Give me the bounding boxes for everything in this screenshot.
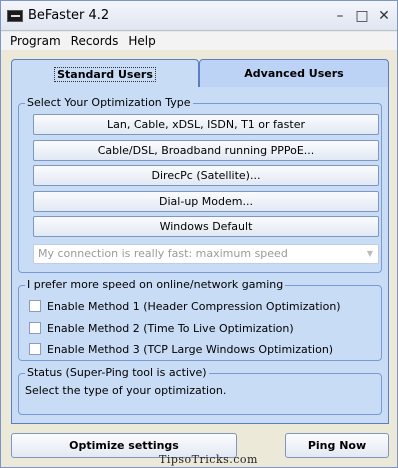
method-2-checkbox-row[interactable]: Enable Method 2 (Time To Live Optimizati… [29, 321, 294, 335]
chevron-down-icon[interactable]: ▼ [362, 245, 378, 263]
method-3-checkbox[interactable] [29, 343, 41, 355]
menu-bar: Program Records Help [1, 32, 397, 50]
standard-users-panel: Select Your Optimization Type Lan, Cable… [11, 87, 389, 424]
maximize-icon[interactable]: □ [354, 8, 370, 24]
menu-records[interactable]: Records [66, 32, 124, 50]
method-3-checkbox-row[interactable]: Enable Method 3 (TCP Large Windows Optim… [29, 342, 333, 356]
tab-standard-label: Standard Users [54, 67, 156, 82]
watermark: TipsoTricks.com [159, 453, 258, 466]
gaming-legend: I prefer more speed on online/network ga… [25, 278, 286, 291]
app-window: BeFaster 4.2 – □ ✕ Program Records Help … [0, 0, 398, 468]
status-legend: Status (Super-Ping tool is active) [25, 366, 209, 379]
cable-dsl-pppoe-button[interactable]: Cable/DSL, Broadband running PPPoE... [33, 140, 379, 161]
ping-now-button[interactable]: Ping Now [285, 433, 389, 458]
method-1-checkbox[interactable] [29, 300, 41, 312]
connection-speed-value: My connection is really fast: maximum sp… [38, 247, 288, 260]
method-3-label: Enable Method 3 (TCP Large Windows Optim… [47, 342, 334, 356]
app-icon [7, 10, 23, 22]
gaming-group: I prefer more speed on online/network ga… [18, 278, 382, 361]
lan-cable-button[interactable]: Lan, Cable, xDSL, ISDN, T1 or faster [33, 114, 379, 135]
close-icon[interactable]: ✕ [376, 8, 392, 24]
title-bar[interactable]: BeFaster 4.2 – □ ✕ [1, 1, 397, 31]
tab-advanced-label: Advanced Users [244, 67, 344, 80]
connection-speed-select[interactable]: My connection is really fast: maximum sp… [33, 244, 379, 264]
status-message: Select the type of your optimization. [25, 384, 227, 397]
method-2-label: Enable Method 2 (Time To Live Optimizati… [47, 321, 294, 335]
windows-default-button[interactable]: Windows Default [33, 216, 379, 237]
minimize-icon[interactable]: – [332, 8, 348, 24]
status-group: Status (Super-Ping tool is active) Selec… [18, 366, 382, 415]
dialup-modem-button[interactable]: Dial-up Modem... [33, 191, 379, 212]
method-1-checkbox-row[interactable]: Enable Method 1 (Header Compression Opti… [29, 299, 341, 313]
method-2-checkbox[interactable] [29, 322, 41, 334]
menu-program[interactable]: Program [5, 32, 66, 50]
menu-help[interactable]: Help [123, 32, 160, 50]
tab-standard-users[interactable]: Standard Users [11, 59, 199, 88]
direcpc-satellite-button[interactable]: DirecPc (Satellite)... [33, 165, 379, 186]
optimization-type-legend: Select Your Optimization Type [25, 96, 193, 109]
tab-advanced-users[interactable]: Advanced Users [199, 59, 389, 89]
method-1-label: Enable Method 1 (Header Compression Opti… [47, 299, 341, 313]
optimization-type-group: Select Your Optimization Type Lan, Cable… [18, 96, 382, 273]
window-title: BeFaster 4.2 [28, 8, 110, 23]
